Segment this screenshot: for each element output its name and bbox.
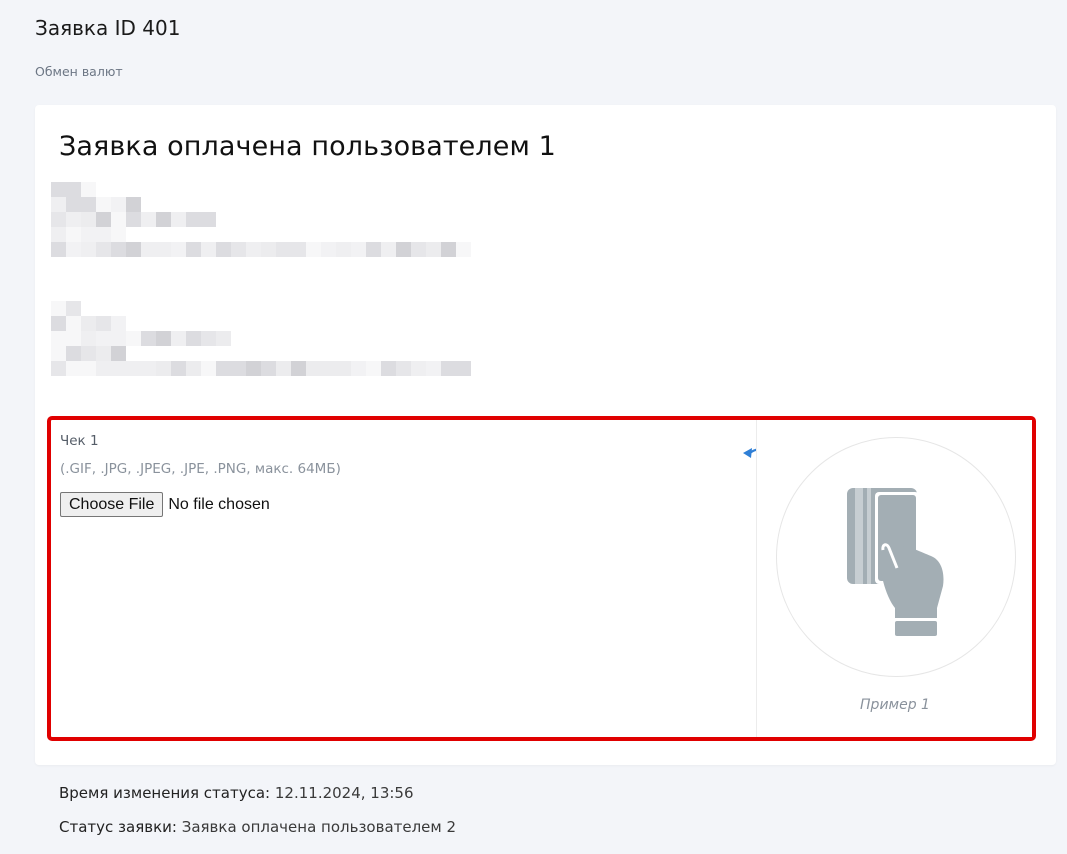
file-status: No file chosen	[168, 495, 270, 513]
blurred-details-block	[51, 301, 471, 376]
file-format-hint: (.GIF, .JPG, .JPEG, .JPE, .PNG, макс. 64…	[60, 461, 341, 477]
file-input[interactable]: Choose File No file chosen	[60, 492, 270, 517]
status-time-value: 12.11.2024, 13:56	[274, 784, 414, 802]
page-title: Заявка ID 401	[35, 16, 181, 40]
card-title: Заявка оплачена пользователем 1	[59, 131, 556, 162]
page-subtitle: Обмен валют	[35, 64, 123, 79]
example-caption: Пример 1	[860, 697, 930, 713]
choose-file-button[interactable]: Choose File	[60, 492, 164, 517]
blurred-details-block	[51, 182, 471, 257]
example-panel: Пример 1	[756, 420, 1032, 737]
example-circle	[776, 437, 1016, 677]
status-value: Заявка оплачена пользователем 2	[181, 818, 457, 836]
status-time-label: Время изменения статуса:	[59, 784, 271, 802]
page-header: Заявка ID 401 Обмен валют	[35, 14, 181, 79]
receipt-label: Чек 1	[60, 433, 99, 449]
receipt-upload-box: Чек 1 (.GIF, .JPG, .JPEG, .JPE, .PNG, ма…	[47, 416, 1036, 741]
order-card: Заявка оплачена пользователем 1 Чек 1 (.…	[35, 105, 1056, 765]
status-line: Статус заявки: Заявка оплачена пользоват…	[59, 818, 456, 836]
status-section: Время изменения статуса: 12.11.2024, 13:…	[35, 765, 1056, 854]
status-label: Статус заявки:	[59, 818, 177, 836]
card-in-hand-icon	[847, 488, 944, 636]
status-time-line: Время изменения статуса: 12.11.2024, 13:…	[59, 784, 414, 802]
